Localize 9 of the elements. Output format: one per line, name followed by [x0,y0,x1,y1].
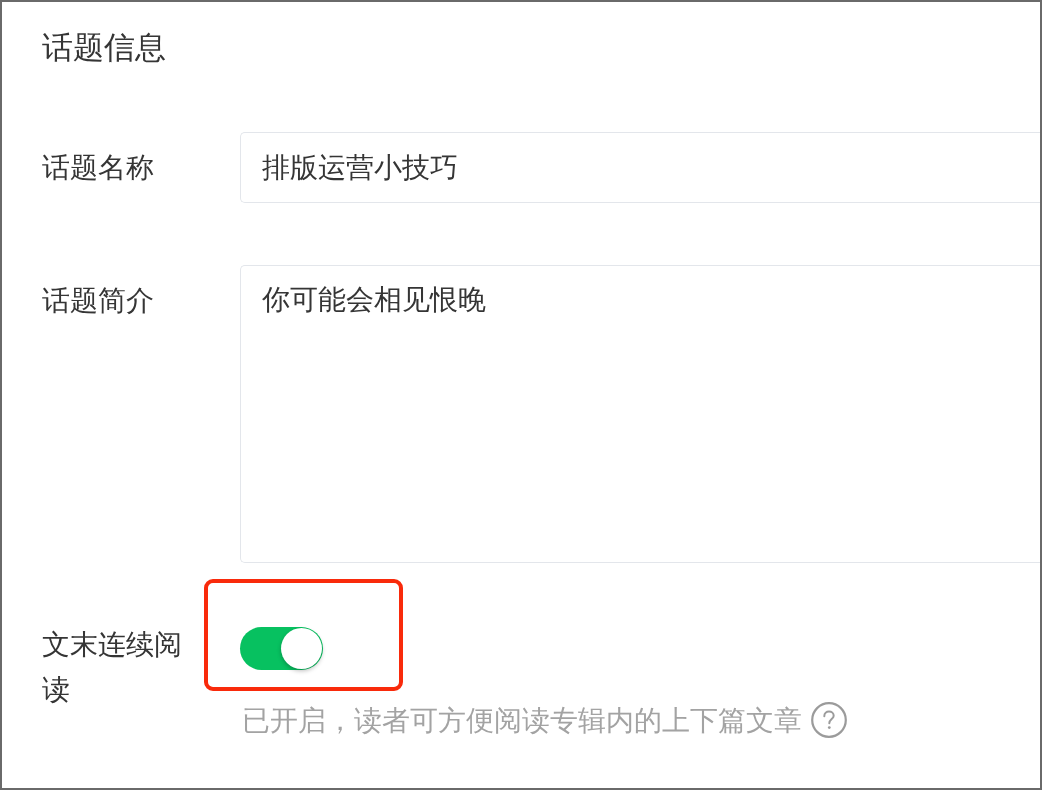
text-input[interactable]: 排版运营小技巧 [240,132,1040,203]
section-title: 话题信息 [42,28,166,67]
textarea-field[interactable]: 你可能会相见恨晚 [240,265,1040,563]
hint-text: 已开启，读者可方便阅读专辑内的上下篇文章 [242,703,802,738]
field-label: 话题名称 [42,149,155,186]
help-icon[interactable] [811,702,847,738]
field-label: 文末连续阅读 [42,627,183,708]
toggle-switch[interactable] [240,627,323,670]
field-label: 话题简介 [42,283,155,319]
